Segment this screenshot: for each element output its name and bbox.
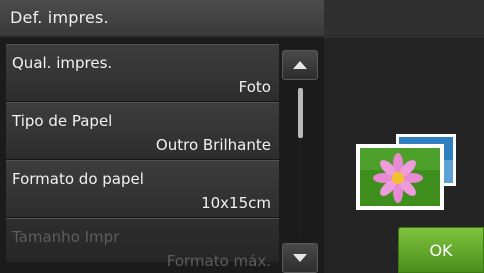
setting-label: Formato do papel — [12, 170, 144, 188]
scroll-thumb[interactable] — [298, 88, 303, 138]
page-title: Def. impres. — [10, 8, 109, 27]
setting-value: Outro Brilhante — [155, 136, 271, 154]
title-bar: Def. impres. — [0, 0, 324, 38]
ok-button[interactable]: OK — [398, 227, 484, 273]
setting-value: Foto — [238, 78, 271, 96]
triangle-up-icon — [293, 61, 307, 69]
setting-value: Formato máx. — [166, 252, 271, 270]
setting-label: Tipo de Papel — [12, 112, 113, 130]
scrollbar[interactable] — [282, 50, 318, 273]
scroll-up-button[interactable] — [282, 50, 318, 80]
setting-label: Tamanho Impr — [12, 228, 120, 246]
photo-flower-icon — [356, 134, 456, 210]
setting-print-size: Tamanho Impr Formato máx. — [6, 218, 279, 270]
setting-print-quality[interactable]: Qual. impres. Foto — [6, 44, 279, 102]
setting-value: 10x15cm — [201, 194, 271, 212]
setting-paper-size[interactable]: Formato do papel 10x15cm — [6, 160, 279, 218]
triangle-down-icon — [293, 254, 307, 262]
setting-label: Qual. impres. — [12, 54, 113, 72]
right-header — [324, 0, 484, 38]
setting-paper-type[interactable]: Tipo de Papel Outro Brilhante — [6, 102, 279, 160]
scroll-down-button[interactable] — [282, 243, 318, 273]
